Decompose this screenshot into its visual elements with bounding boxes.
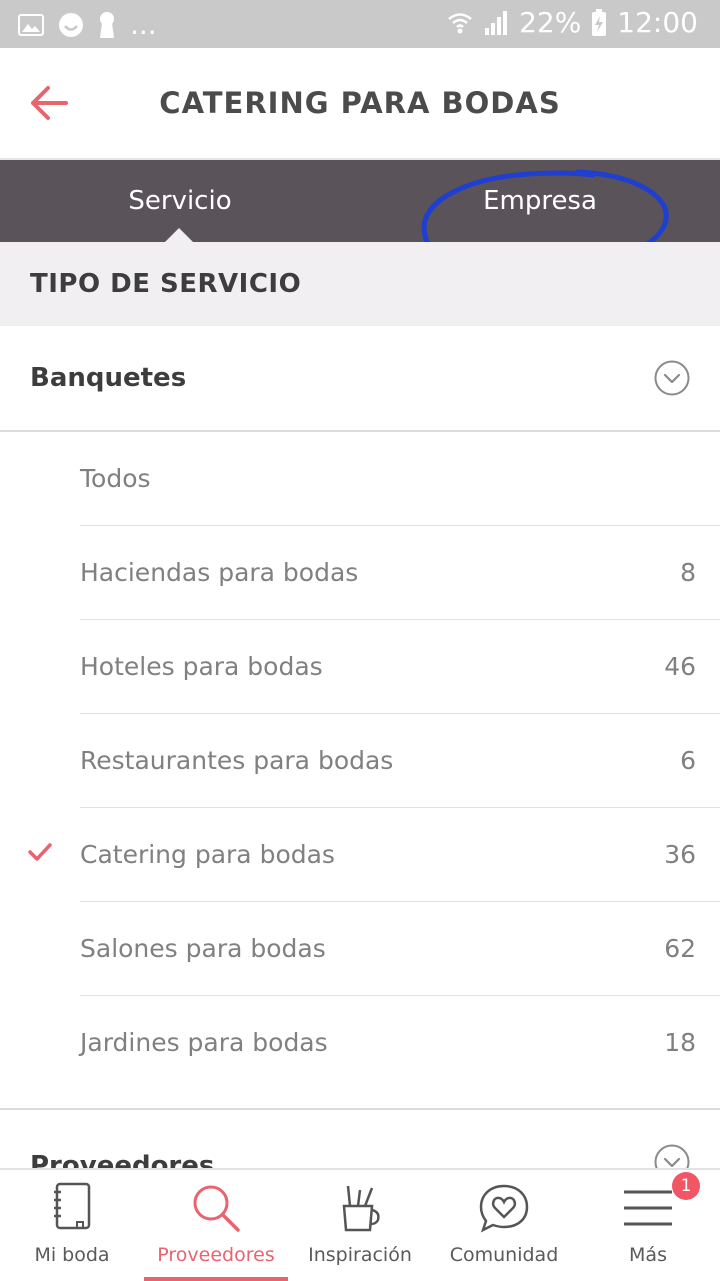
- nav-label: Mi boda: [34, 1244, 110, 1266]
- chevron-down-circle-icon[interactable]: [654, 360, 690, 396]
- bottom-navigation: Mi boda Proveedores Inspiración Comunida…: [0, 1168, 720, 1281]
- list-item-count: 18: [664, 1028, 696, 1057]
- nav-proveedores[interactable]: Proveedores: [144, 1170, 288, 1281]
- nav-comunidad[interactable]: Comunidad: [432, 1170, 576, 1281]
- smiley-icon: [59, 12, 83, 37]
- nav-label: Inspiración: [308, 1244, 412, 1266]
- list-item-salones[interactable]: Salones para bodas 62: [80, 902, 720, 996]
- nav-label: Más: [629, 1244, 667, 1266]
- keyhole-icon: [100, 11, 114, 38]
- list-item-label: Salones para bodas: [80, 934, 326, 963]
- list-item-count: 36: [664, 840, 696, 869]
- list-item-label: Hoteles para bodas: [80, 652, 323, 681]
- list-item-hoteles[interactable]: Hoteles para bodas 46: [80, 620, 720, 714]
- status-bar-notifications: ...: [18, 8, 157, 41]
- page-title: CATERING PARA BODAS: [159, 86, 561, 120]
- section-title: TIPO DE SERVICIO: [30, 269, 302, 299]
- battery-percent: 22%: [519, 6, 582, 39]
- list-item-count: 8: [680, 558, 696, 587]
- notification-badge: 1: [672, 1172, 700, 1200]
- nav-active-indicator: [144, 1277, 288, 1281]
- nav-label: Comunidad: [449, 1244, 559, 1266]
- gallery-icon: [18, 13, 44, 36]
- nav-mi-boda[interactable]: Mi boda: [0, 1170, 144, 1281]
- signal-icon: [485, 10, 508, 35]
- list-item-count: 46: [664, 652, 696, 681]
- list-item-count: 6: [680, 746, 696, 775]
- arrow-left-icon[interactable]: [28, 82, 70, 124]
- status-bar-system: 22% 12:00: [447, 6, 698, 39]
- list-item-count: 62: [664, 934, 696, 963]
- list-item-haciendas[interactable]: Haciendas para bodas 8: [80, 526, 720, 620]
- list-item-label: Todos: [80, 464, 151, 493]
- list-item-label: Jardines para bodas: [80, 1028, 328, 1057]
- list-item-label: Catering para bodas: [80, 840, 335, 869]
- group-banquetes[interactable]: Banquetes: [0, 326, 720, 432]
- status-bar: ... 22% 12:00: [0, 0, 720, 48]
- list-item-label: Restaurantes para bodas: [80, 746, 394, 775]
- tab-selected-indicator: [165, 228, 193, 242]
- heart-bubble-icon: [479, 1184, 529, 1233]
- search-icon: [193, 1185, 240, 1232]
- list-item-catering[interactable]: Catering para bodas 36: [28, 808, 720, 902]
- battery-charging-icon: [592, 8, 607, 36]
- menu-icon: [624, 1190, 672, 1226]
- status-time: 12:00: [617, 6, 698, 39]
- section-header: TIPO DE SERVICIO: [0, 242, 720, 326]
- status-overflow: ...: [130, 8, 157, 41]
- list-item-label: Haciendas para bodas: [80, 558, 359, 587]
- list-item-todos[interactable]: Todos: [80, 432, 720, 526]
- notebook-icon: [54, 1182, 91, 1230]
- wifi-icon: [448, 12, 472, 33]
- list-item-restaurantes[interactable]: Restaurantes para bodas 6: [80, 714, 720, 808]
- app-bar: CATERING PARA BODAS: [0, 48, 720, 160]
- list-item-jardines[interactable]: Jardines para bodas 18: [80, 996, 720, 1090]
- checkmark-icon: [28, 843, 52, 861]
- nav-inspiracion[interactable]: Inspiración: [288, 1170, 432, 1281]
- nav-label: Proveedores: [157, 1244, 275, 1266]
- group-label: Banquetes: [30, 363, 187, 393]
- pencil-cup-icon: [342, 1185, 380, 1232]
